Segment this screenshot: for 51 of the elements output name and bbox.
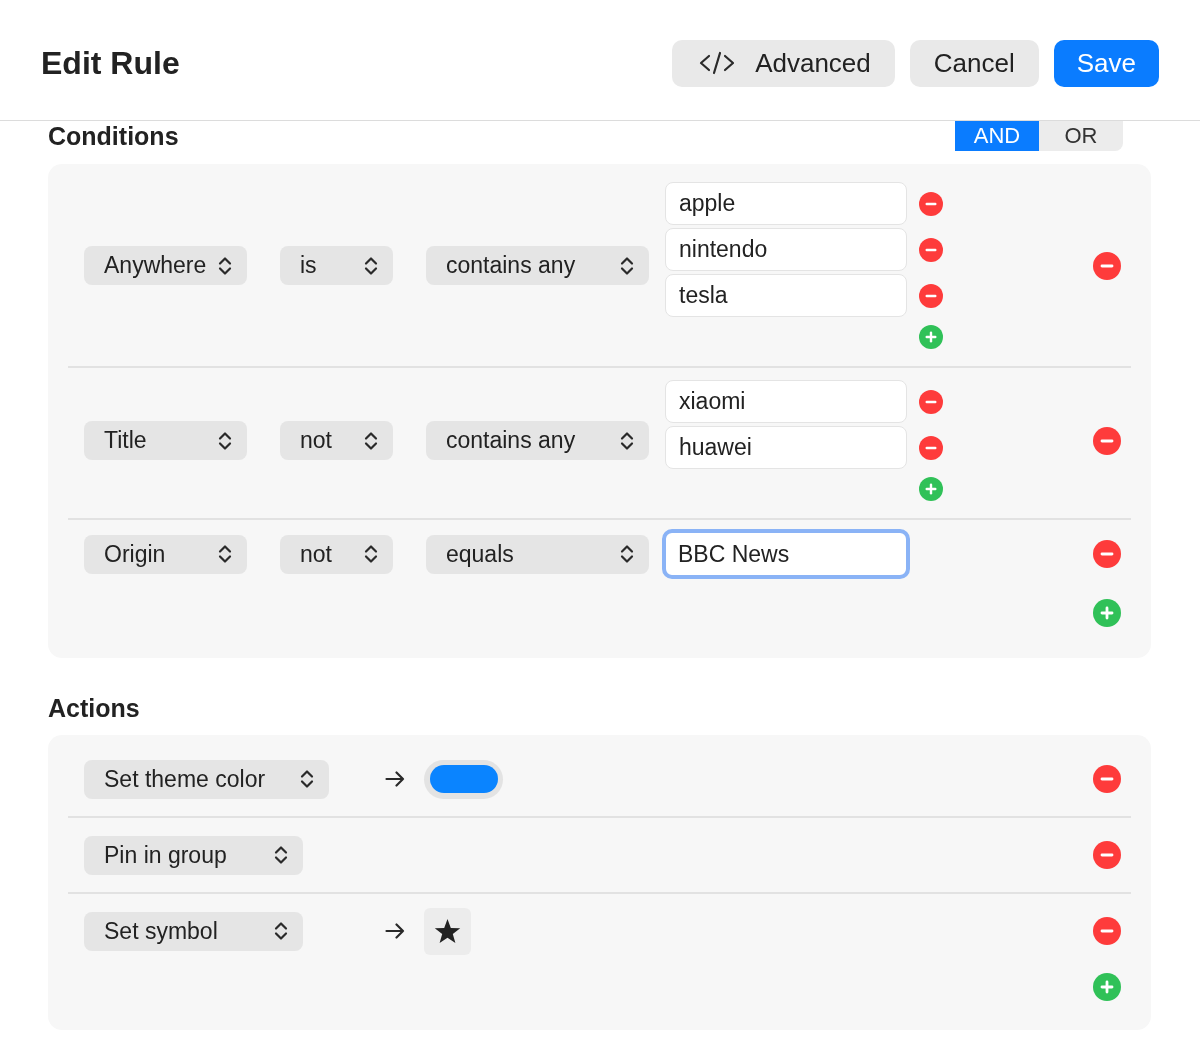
match-mode-segment[interactable]: AND [955,121,1039,151]
field-picker[interactable]: Origin [84,534,247,574]
updown-chevron-icon [620,543,634,565]
value-field[interactable]: BBC News [662,529,910,579]
updown-chevron-icon [364,543,378,565]
code-brackets-icon [699,51,736,75]
minus-circle-icon[interactable] [1093,765,1121,793]
plus-circle-icon[interactable] [1093,973,1121,1001]
field-picker[interactable]: Title [84,421,247,460]
color-well[interactable] [424,759,503,799]
action-picker[interactable]: Pin in group [84,835,303,875]
minus-circle-icon[interactable] [1093,917,1121,945]
updown-chevron-icon [274,920,288,942]
operator-picker[interactable]: is [280,246,393,285]
value-field[interactable]: huawei [665,426,907,469]
cancel-button[interactable]: Cancel [909,39,1039,87]
minus-circle-icon[interactable] [1093,426,1121,455]
value-field[interactable]: tesla [665,274,907,317]
value-field[interactable]: xiaomi [665,380,907,423]
window-title: Edit Rule [41,44,180,82]
minus-circle-icon[interactable] [919,283,943,308]
comparison-picker[interactable]: equals [426,534,649,574]
value-field[interactable]: nintendo [665,228,907,271]
minus-circle-icon[interactable] [1093,841,1121,869]
value-field[interactable]: apple [665,182,907,225]
plus-circle-icon[interactable] [919,477,943,501]
minus-circle-icon[interactable] [1093,540,1121,568]
minus-circle-icon[interactable] [919,191,943,216]
plus-circle-icon[interactable] [1093,599,1121,627]
minus-circle-icon[interactable] [919,389,943,414]
field-picker[interactable]: Anywhere [84,246,247,285]
action-picker[interactable]: Set symbol [84,911,303,951]
arrow-icon [385,771,405,787]
comparison-picker[interactable]: contains any [426,246,649,285]
match-mode-segment[interactable]: OR [1039,121,1123,151]
comparison-picker[interactable]: contains any [426,421,649,460]
updown-chevron-icon [274,844,288,866]
operator-picker[interactable]: not [280,534,393,574]
advanced-button[interactable]: Advanced [672,39,895,87]
arrow-icon [385,923,405,939]
save-button[interactable]: Save [1053,39,1159,87]
section-heading: Conditions [48,121,179,151]
operator-picker[interactable]: not [280,421,393,460]
updown-chevron-icon [300,768,314,790]
minus-circle-icon[interactable] [1093,251,1121,280]
action-picker[interactable]: Set theme color [84,759,329,799]
minus-circle-icon[interactable] [919,237,943,262]
updown-chevron-icon [218,543,232,565]
plus-circle-icon[interactable] [919,325,943,349]
minus-circle-icon[interactable] [919,435,943,460]
section-heading: Actions [48,693,140,723]
